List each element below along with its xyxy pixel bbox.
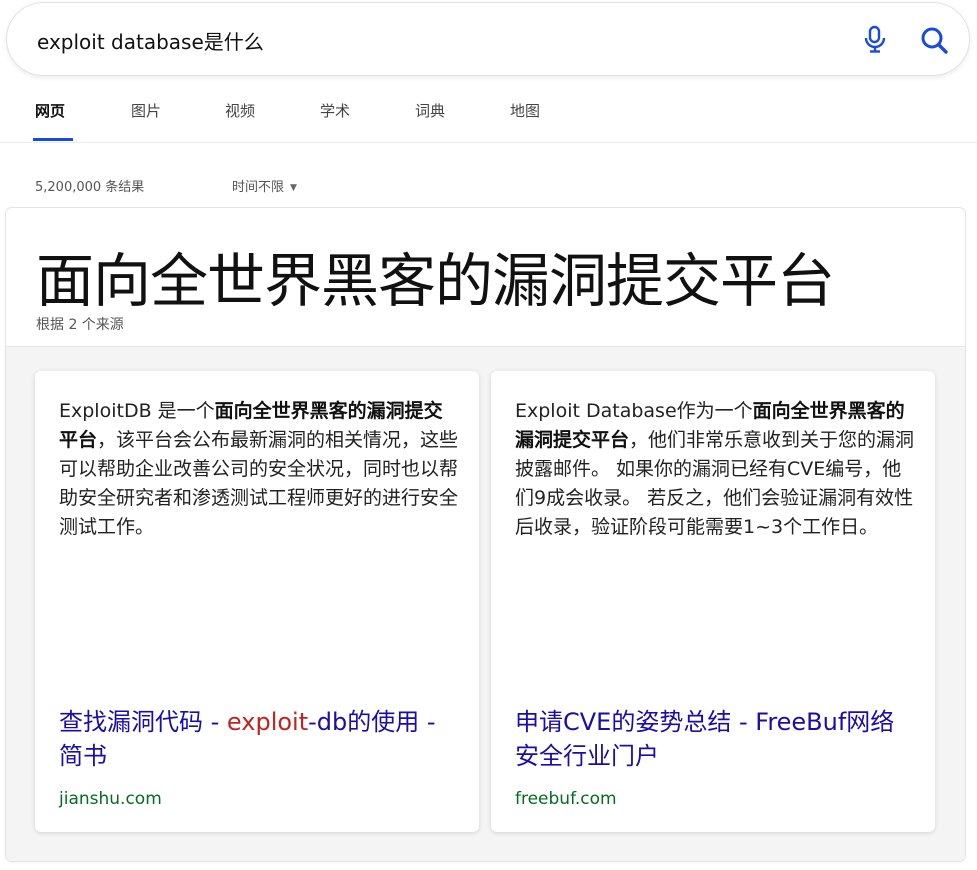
sources-area: ExploitDB 是一个面向全世界黑客的漏洞提交平台，该平台会公布最新漏洞的相…	[6, 346, 965, 861]
source-link[interactable]: 查找漏洞代码 - exploit-db的使用 - 简书	[59, 705, 459, 773]
answer-title: 面向全世界黑客的漏洞提交平台	[36, 247, 835, 315]
time-filter-label: 时间不限	[232, 180, 285, 195]
link-highlight: exploit	[226, 708, 309, 736]
result-count: 5,200,000 条结果	[35, 180, 145, 195]
tab-academic[interactable]: 学术	[320, 100, 350, 140]
link-text: 申请CVE的姿势总结 - FreeBuf网络安全行业门户	[515, 708, 895, 770]
source-link[interactable]: 申请CVE的姿势总结 - FreeBuf网络安全行业门户	[515, 705, 915, 773]
snippet-text: ExploitDB 是一个	[59, 400, 215, 422]
caret-down-icon: ▼	[290, 183, 297, 193]
search-box	[7, 3, 969, 75]
tab-videos[interactable]: 视频	[225, 100, 255, 140]
source-domain: jianshu.com	[59, 789, 162, 809]
snippet-text: Exploit Database作为一个	[515, 400, 753, 422]
tab-web[interactable]: 网页	[32, 100, 74, 141]
scope-tabs: 网页 图片 视频 学术 词典 地图	[0, 88, 977, 143]
source-domain: freebuf.com	[515, 789, 617, 809]
source-card: Exploit Database作为一个面向全世界黑客的漏洞提交平台，他们非常乐…	[491, 371, 935, 832]
search-input[interactable]	[37, 25, 797, 55]
link-text: 查找漏洞代码 -	[59, 708, 227, 736]
source-snippet: ExploitDB 是一个面向全世界黑客的漏洞提交平台，该平台会公布最新漏洞的相…	[59, 397, 459, 542]
tab-images[interactable]: 图片	[131, 100, 161, 140]
microphone-button[interactable]	[859, 23, 891, 57]
tab-dictionary[interactable]: 词典	[415, 100, 445, 140]
answer-card: 面向全世界黑客的漏洞提交平台 根据 2 个来源 ExploitDB 是一个面向全…	[6, 208, 965, 861]
source-card: ExploitDB 是一个面向全世界黑客的漏洞提交平台，该平台会公布最新漏洞的相…	[35, 371, 479, 832]
search-icon	[921, 27, 948, 54]
tab-maps[interactable]: 地图	[510, 100, 540, 140]
time-filter-dropdown[interactable]: 时间不限 ▼	[232, 176, 297, 195]
snippet-text: ，该平台会公布最新漏洞的相关情况，这些可以帮助企业改善公司的安全状况，同时也以帮…	[59, 429, 459, 538]
source-count: 根据 2 个来源	[36, 317, 124, 333]
source-snippet: Exploit Database作为一个面向全世界黑客的漏洞提交平台，他们非常乐…	[515, 397, 915, 542]
microphone-icon	[864, 25, 886, 53]
search-button[interactable]	[915, 21, 955, 61]
